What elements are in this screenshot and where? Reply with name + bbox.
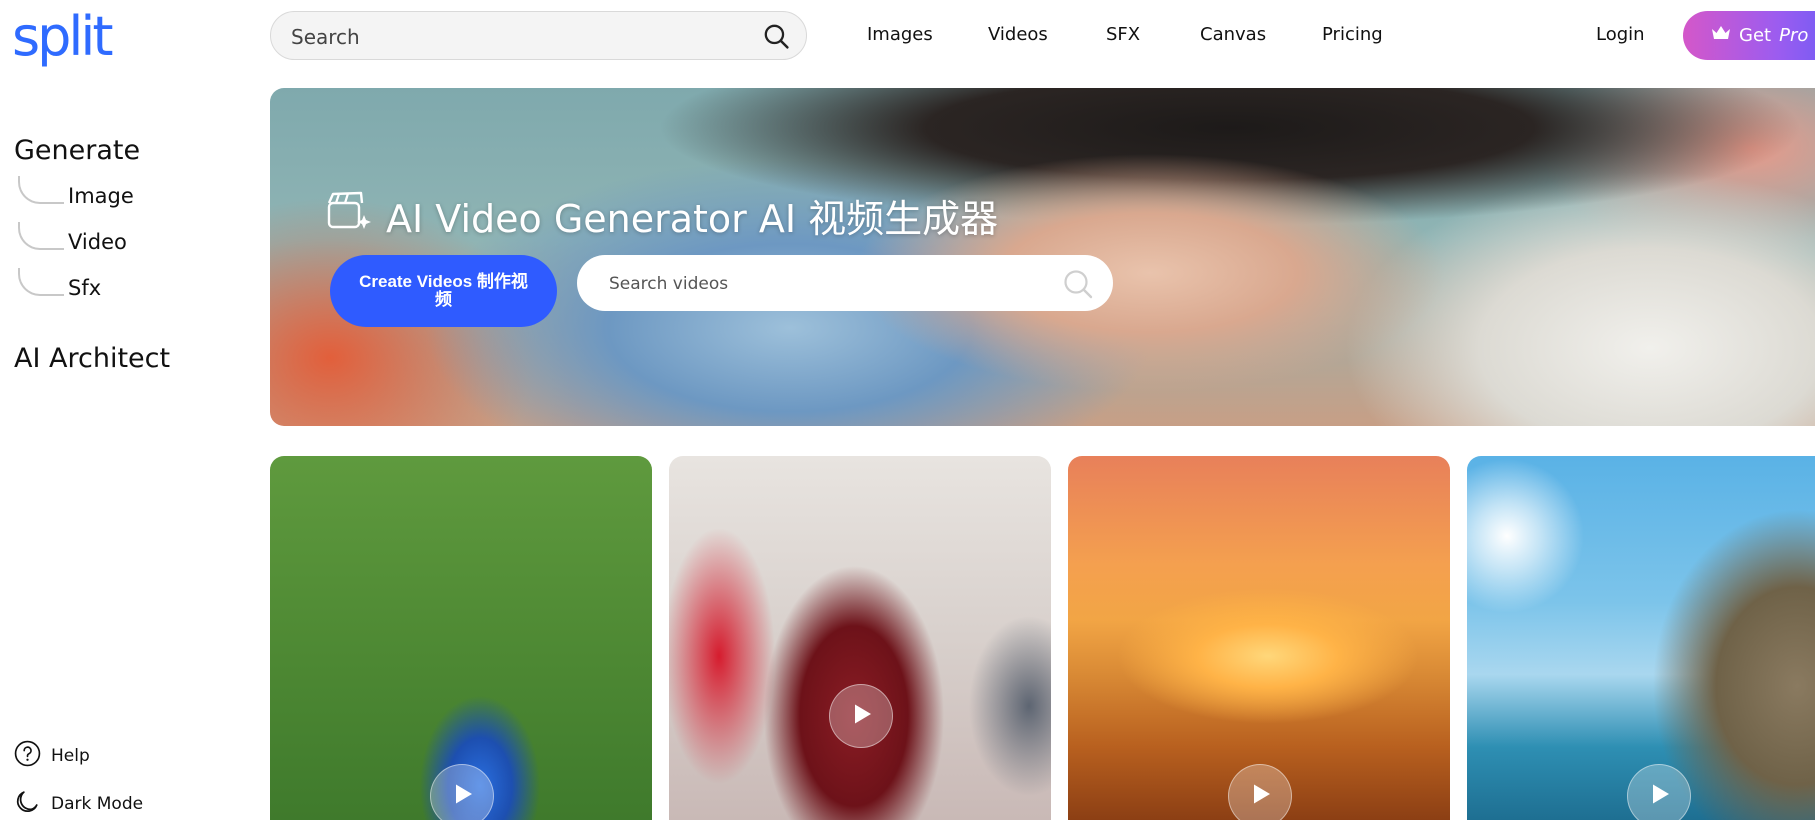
- play-icon: [849, 703, 873, 730]
- search-input[interactable]: [289, 12, 733, 61]
- nav-videos[interactable]: Videos: [988, 24, 1048, 45]
- generate-heading[interactable]: Generate: [14, 135, 140, 166]
- ai-architect-link[interactable]: AI Architect: [14, 343, 170, 374]
- tree-branch: [18, 176, 64, 204]
- video-search-input[interactable]: [607, 255, 1051, 313]
- sidebar-item-label: Sfx: [68, 276, 102, 300]
- sidebar-item-label: Image: [68, 184, 134, 208]
- play-button[interactable]: [430, 764, 494, 820]
- dark-mode-toggle[interactable]: Dark Mode: [14, 788, 143, 820]
- play-button[interactable]: [1627, 764, 1691, 820]
- nav-sfx[interactable]: SFX: [1106, 24, 1140, 45]
- video-card[interactable]: [1467, 456, 1815, 820]
- hero-heading: AI Video Generator AI 视频生成器: [326, 188, 998, 243]
- pro-label: Pro: [1779, 25, 1809, 46]
- nav-images[interactable]: Images: [867, 24, 933, 45]
- logo[interactable]: split: [12, 10, 132, 85]
- play-button[interactable]: [1228, 764, 1292, 820]
- hero-banner: AI Video Generator AI 视频生成器 Create Video…: [270, 88, 1815, 426]
- get-pro-button[interactable]: Get Pro: [1683, 11, 1815, 60]
- sidebar-item-label: Video: [68, 230, 127, 254]
- search-icon[interactable]: [1063, 269, 1093, 304]
- video-card[interactable]: [1068, 456, 1450, 820]
- play-icon: [1647, 783, 1671, 810]
- nav-pricing[interactable]: Pricing: [1322, 24, 1383, 45]
- help-circle-icon: [14, 740, 41, 772]
- help-link[interactable]: Help: [14, 740, 90, 772]
- play-button[interactable]: [829, 684, 893, 748]
- video-search-bar: [577, 255, 1113, 313]
- logo-text: split: [12, 5, 114, 68]
- video-card[interactable]: [669, 456, 1051, 820]
- login-link[interactable]: Login: [1596, 24, 1645, 45]
- clapperboard-sparkle-icon: [326, 189, 372, 242]
- play-icon: [450, 783, 474, 810]
- get-label: Get: [1739, 25, 1772, 46]
- dark-mode-label: Dark Mode: [51, 794, 144, 814]
- hero-title-text: AI Video Generator AI 视频生成器: [386, 197, 999, 241]
- moon-icon: [14, 788, 41, 820]
- crown-icon: [1711, 25, 1731, 46]
- nav-canvas[interactable]: Canvas: [1200, 24, 1266, 45]
- tree-branch: [18, 268, 64, 296]
- tree-branch: [18, 222, 64, 250]
- create-videos-button[interactable]: Create Videos 制作视频: [330, 255, 557, 327]
- search-bar: [270, 11, 807, 61]
- play-icon: [1248, 783, 1272, 810]
- help-label: Help: [51, 746, 90, 766]
- video-card[interactable]: [270, 456, 652, 820]
- generate-tree: Image Video Sfx: [18, 176, 178, 310]
- search-icon[interactable]: [763, 23, 790, 55]
